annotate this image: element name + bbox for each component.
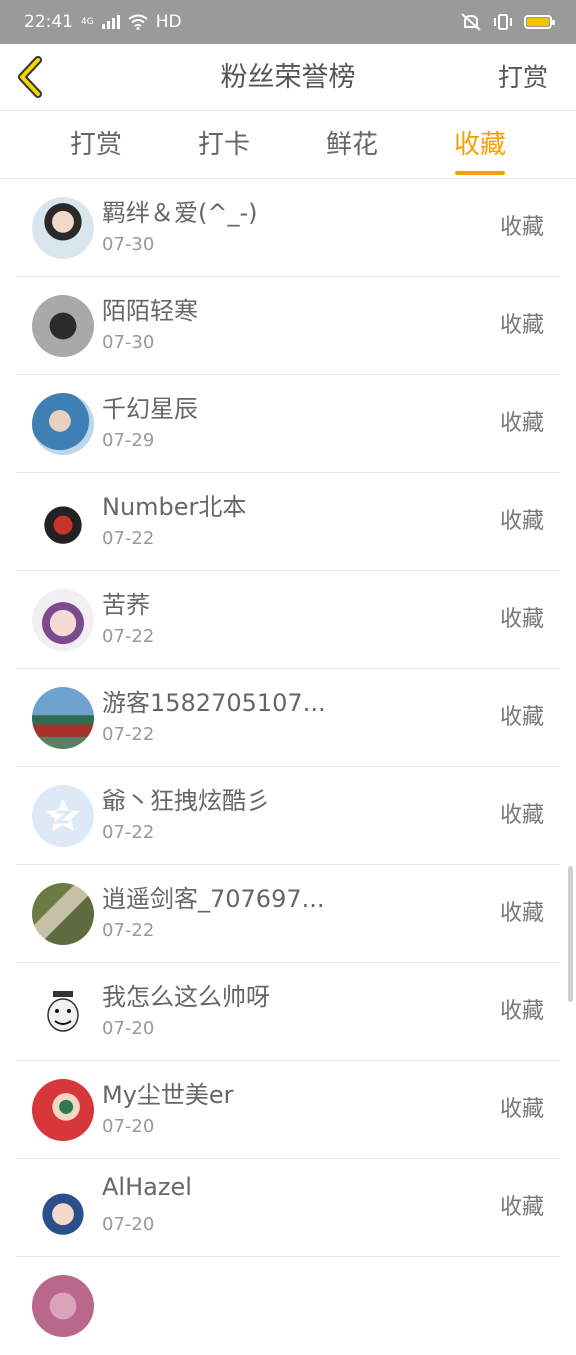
avatar [32, 295, 94, 357]
fan-action: 收藏 [499, 215, 544, 240]
list-item[interactable]: 陌陌轻寒 07-30 收藏 [16, 277, 560, 375]
vibrate-icon [494, 14, 512, 30]
fan-date: 07-22 [102, 528, 155, 549]
list-item[interactable]: AlHazel 07-20 收藏 [16, 1159, 560, 1257]
hd-indicator: HD [155, 12, 182, 32]
tab-label: 收藏 [453, 130, 506, 160]
fan-action: 收藏 [499, 607, 544, 632]
meme-face-icon [47, 991, 79, 1032]
avatar [32, 883, 94, 945]
status-right [460, 13, 555, 31]
avatar [32, 491, 94, 553]
status-time: 22:41 [24, 12, 73, 32]
fan-date: 07-30 [102, 332, 155, 353]
scrollbar[interactable] [568, 866, 573, 1002]
list-item[interactable]: 游客1582705107... 07-22 收藏 [16, 669, 560, 767]
tab-checkin[interactable]: 打卡 [174, 111, 274, 179]
default-avatar-icon [46, 799, 80, 831]
fan-action: 收藏 [499, 803, 544, 828]
active-tab-indicator [455, 171, 505, 175]
fan-action: 收藏 [499, 1195, 544, 1220]
status-left: 22:41 4G HD [24, 12, 182, 32]
list-item[interactable]: 羁绊＆爱(^_-) 07-30 收藏 [16, 179, 560, 277]
tab-label: 鲜花 [325, 130, 378, 160]
network-type: 4G [81, 16, 94, 27]
fan-date: 07-22 [102, 724, 155, 745]
tab-label: 打赏 [69, 130, 122, 160]
list-item[interactable]: 苦荞 07-22 收藏 [16, 571, 560, 669]
tab-favorites[interactable]: 收藏 [430, 111, 530, 179]
fan-action: 收藏 [499, 901, 544, 926]
reward-button[interactable]: 打赏 [498, 44, 548, 111]
fan-name: 陌陌轻寒 [102, 297, 198, 325]
fan-date: 07-22 [102, 626, 155, 647]
status-bar: 22:41 4G HD [0, 0, 576, 44]
avatar [32, 981, 94, 1043]
list-item[interactable]: Number北本 07-22 收藏 [16, 473, 560, 571]
list-item-partial[interactable] [16, 1257, 560, 1355]
fan-action: 收藏 [499, 411, 544, 436]
avatar [32, 1079, 94, 1141]
tab-flowers[interactable]: 鲜花 [302, 111, 402, 179]
avatar [32, 197, 94, 259]
avatar [32, 589, 94, 651]
avatar [32, 687, 94, 749]
fan-action: 收藏 [499, 1097, 544, 1122]
list-item[interactable]: 千幻星辰 07-29 收藏 [16, 375, 560, 473]
battery-icon [524, 15, 555, 29]
fan-date: 07-29 [102, 430, 155, 451]
fan-name: 千幻星辰 [102, 395, 198, 423]
fan-action: 收藏 [499, 705, 544, 730]
list-item[interactable]: 爺丶狂拽炫酷彡 07-22 收藏 [16, 767, 560, 865]
fan-list: 羁绊＆爱(^_-) 07-30 收藏 陌陌轻寒 07-30 收藏 千幻星辰 07… [0, 179, 576, 1355]
fan-date: 07-30 [102, 234, 155, 255]
avatar [32, 393, 94, 455]
fan-name: 羁绊＆爱(^_-) [102, 199, 258, 227]
avatar [32, 1177, 94, 1239]
fan-date: 07-20 [102, 1018, 155, 1039]
fan-name: 游客1582705107... [102, 689, 326, 717]
fan-name: 苦荞 [102, 591, 150, 619]
fan-action: 收藏 [499, 509, 544, 534]
tab-bar: 打赏 打卡 鲜花 收藏 [0, 111, 576, 179]
fan-name: AlHazel [102, 1173, 192, 1201]
wifi-icon [128, 14, 148, 30]
fan-date: 07-20 [102, 1116, 155, 1137]
fan-date: 07-22 [102, 822, 155, 843]
fan-date: 07-22 [102, 920, 155, 941]
page-title: 粉丝荣誉榜 [220, 62, 356, 93]
list-item[interactable]: My尘世美er 07-20 收藏 [16, 1061, 560, 1159]
signal-icon [101, 15, 120, 29]
fan-name: 爺丶狂拽炫酷彡 [102, 787, 270, 815]
list-item[interactable]: 我怎么这么帅呀 07-20 收藏 [16, 963, 560, 1061]
mute-icon [461, 13, 481, 31]
list-item[interactable]: 逍遥剑客_707697... 07-22 收藏 [16, 865, 560, 963]
fan-name: 我怎么这么帅呀 [102, 983, 270, 1011]
avatar [32, 1275, 94, 1337]
tab-reward[interactable]: 打赏 [46, 111, 146, 179]
title-bar: 粉丝荣誉榜 打赏 [0, 44, 576, 111]
fan-name: My尘世美er [102, 1081, 234, 1109]
tab-label: 打卡 [197, 130, 250, 160]
fan-action: 收藏 [499, 999, 544, 1024]
avatar [32, 785, 94, 847]
fan-name: Number北本 [102, 493, 247, 521]
fan-name: 逍遥剑客_707697... [102, 885, 325, 913]
fan-action: 收藏 [499, 313, 544, 338]
fan-date: 07-20 [102, 1214, 155, 1235]
